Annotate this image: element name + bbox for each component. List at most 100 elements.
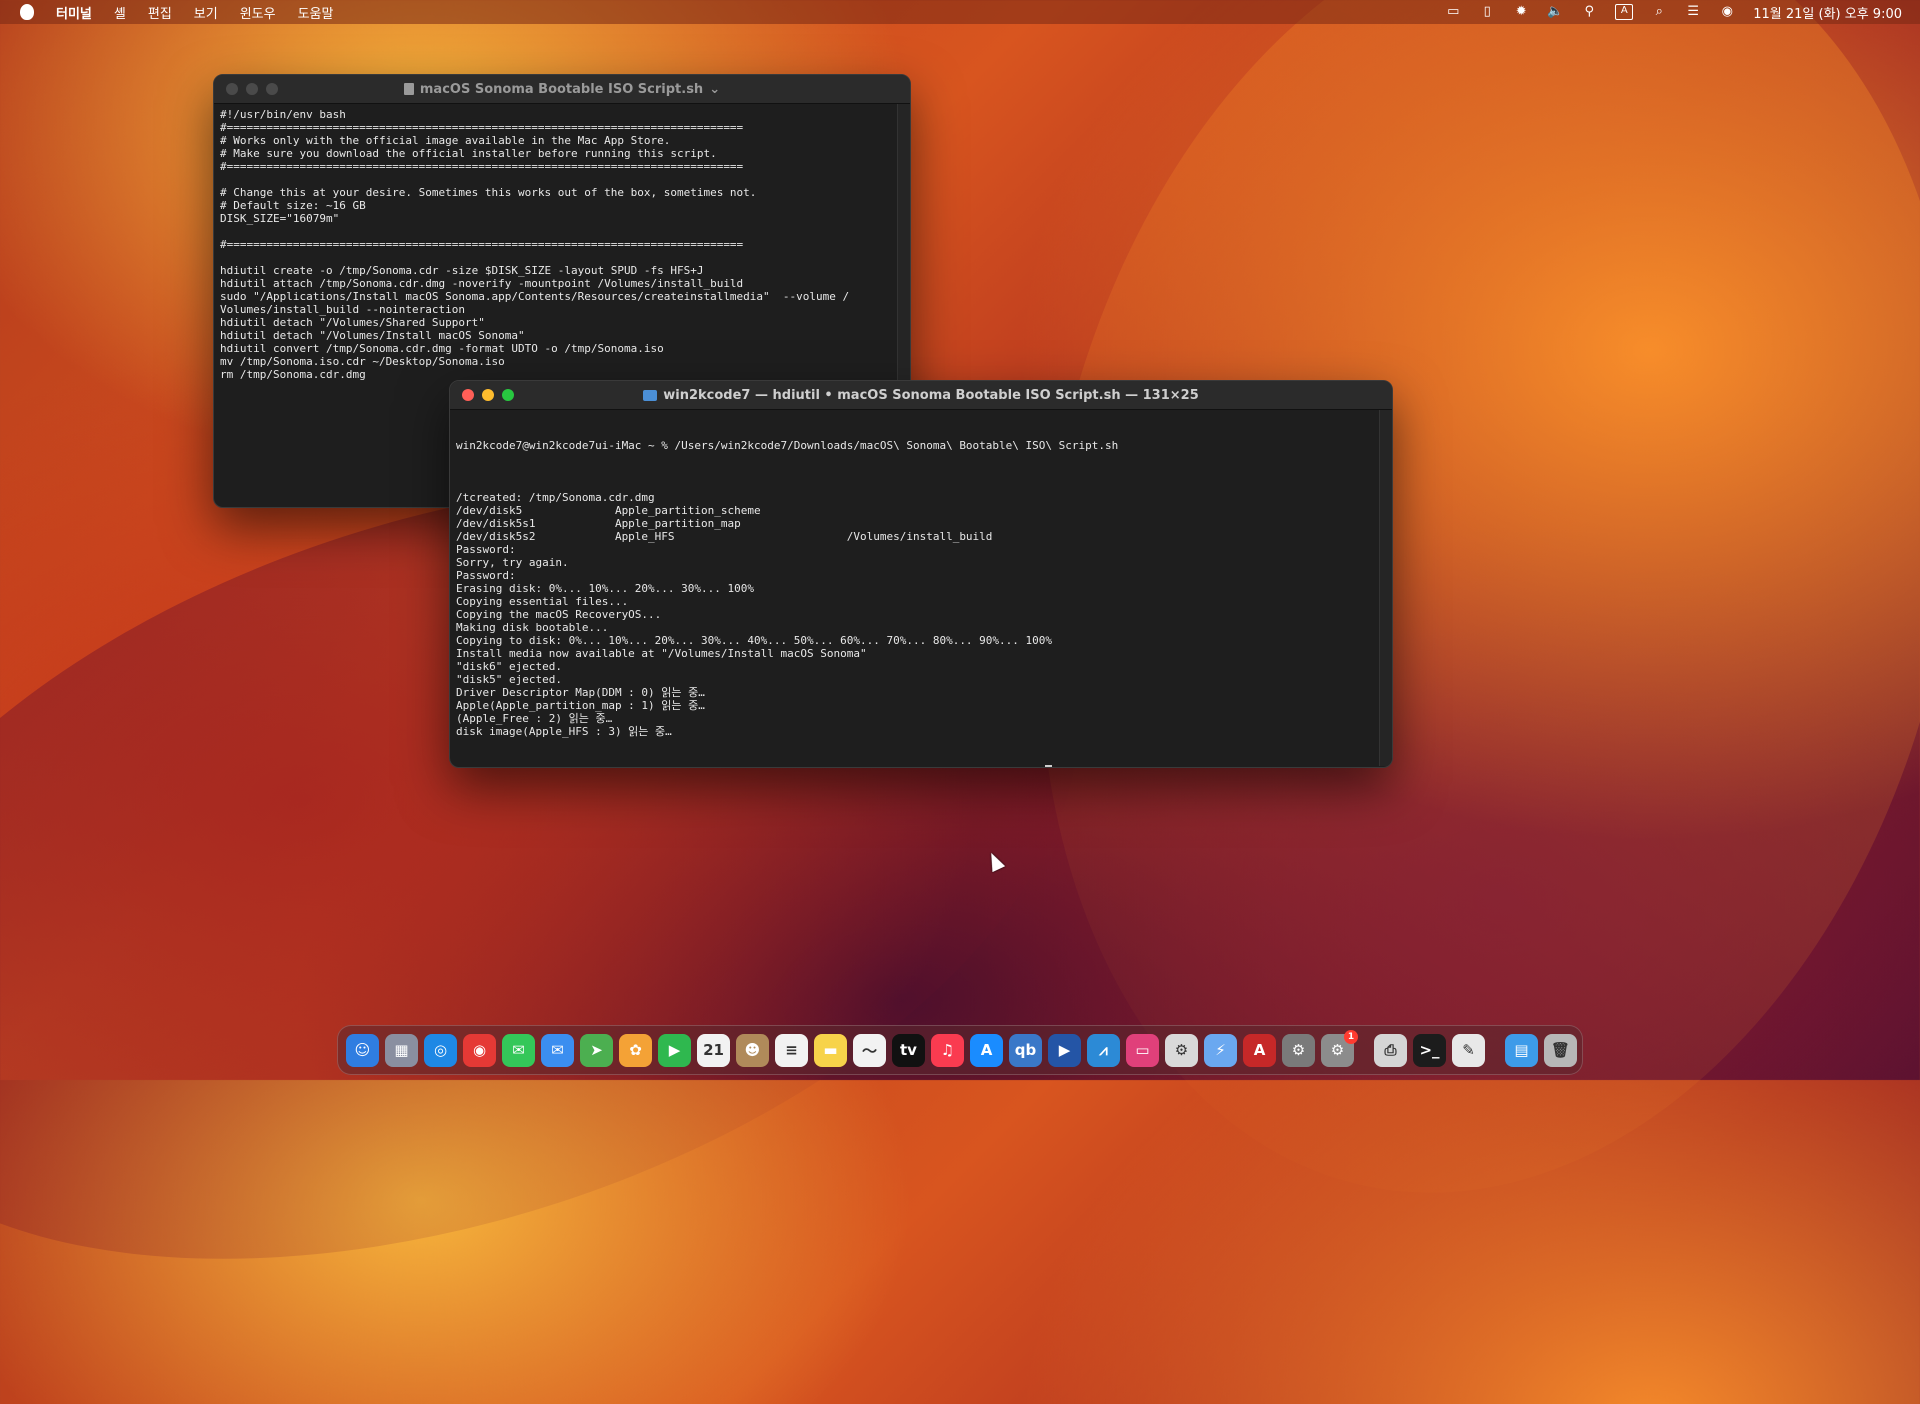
close-button[interactable] — [226, 83, 238, 95]
dock-disk-utility-icon[interactable]: ⚙ — [1165, 1033, 1198, 1067]
dock-acrobat-icon[interactable]: A — [1243, 1033, 1276, 1067]
menu-item-shell[interactable]: 셸 — [114, 3, 126, 22]
terminal-window: win2kcode7 — hdiutil • macOS Sonoma Boot… — [449, 380, 1393, 768]
text-cursor — [1045, 765, 1053, 767]
output-line: /tcreated: /tmp/Sonoma.cdr.dmg — [456, 491, 655, 504]
dock-trash-icon[interactable]: 🗑 — [1544, 1033, 1577, 1067]
menu-item-view[interactable]: 보기 — [194, 3, 218, 22]
progress-line: ........................................… — [456, 764, 1386, 767]
dock-safari-icon[interactable]: ◎ — [424, 1033, 457, 1067]
menu-item-edit[interactable]: 편집 — [148, 3, 172, 22]
dock-settings-badge-icon[interactable]: ⚙ 1 — [1321, 1029, 1358, 1067]
apple-menu-icon[interactable] — [20, 4, 34, 20]
code-line: #=======================================… — [220, 238, 744, 251]
scrollbar[interactable] — [1379, 410, 1392, 766]
dock-finder-icon[interactable]: ☺ — [346, 1033, 379, 1067]
output-line: Password: — [456, 569, 516, 582]
menu-item-window[interactable]: 윈도우 — [240, 3, 276, 22]
dock-facetime-icon[interactable]: ▶ — [658, 1033, 691, 1067]
folder-icon — [643, 389, 658, 401]
output-line: Install media now available at "/Volumes… — [456, 647, 867, 660]
dock-music-icon[interactable]: ♫ — [931, 1033, 964, 1067]
code-line: hdiutil convert /tmp/Sonoma.cdr.dmg -for… — [220, 342, 664, 355]
code-line: Volumes/install_build --nointeraction — [220, 303, 466, 316]
dock-downloads-folder-icon[interactable]: ▤ — [1505, 1033, 1538, 1067]
dock-chrome-icon[interactable]: ◉ — [463, 1033, 496, 1067]
prompt-line: win2kcode7@win2kcode7ui-iMac ~ % /Users/… — [456, 439, 1119, 452]
dock-script-editor-icon[interactable]: ✎ — [1452, 1033, 1485, 1067]
script-text[interactable]: #!/usr/bin/env bash #====================… — [214, 104, 910, 385]
dock: ☺ ▦ ◎ ◉ ✉ ✉ ➤ ✿ ▶ 21 ☻ ≡ ▬ 〜 tv ♫ Aqb ▶ ⩘ ▭ ⚙ ⚡ A ⚙ ⚙ 1 ⎙ >_ ✎ ▤ 🗑 — [337, 1025, 1583, 1075]
dock-reminders-icon[interactable]: ≡ — [775, 1033, 808, 1067]
volume-icon[interactable]: 🔈 — [1547, 5, 1563, 19]
dock-mail-icon[interactable]: ✉ — [541, 1033, 574, 1067]
code-line: hdiutil detach "/Volumes/Shared Support" — [220, 316, 485, 329]
brightness-icon[interactable]: ✹ — [1513, 5, 1529, 19]
wifi-icon[interactable]: ⚲ — [1581, 5, 1597, 19]
dock-freeform-icon[interactable]: 〜 — [853, 1033, 886, 1067]
code-line: #=======================================… — [220, 160, 744, 173]
output-line: (Apple_Free : 2) 읽는 중… — [456, 712, 613, 725]
dock-launchpad-icon[interactable]: ▦ — [385, 1033, 418, 1067]
dock-system-settings-icon[interactable]: ⚙ — [1282, 1033, 1315, 1067]
dock-calendar-icon[interactable]: 21 — [697, 1033, 730, 1067]
title-bar[interactable]: win2kcode7 — hdiutil • macOS Sonoma Boot… — [450, 381, 1392, 410]
output-line: Copying to disk: 0%... 10%... 20%... 30%… — [456, 634, 1053, 647]
dock-messages-icon[interactable]: ✉ — [502, 1033, 535, 1067]
output-line: "disk6" ejected. — [456, 660, 562, 673]
input-source-icon[interactable]: A — [1615, 4, 1634, 20]
menu-item-help[interactable]: 도움말 — [298, 3, 334, 22]
code-line: # Works only with the official image ava… — [220, 134, 671, 147]
window-title: macOS Sonoma Bootable ISO Script.sh — [419, 81, 704, 97]
code-line: DISK_SIZE="16079m" — [220, 212, 340, 225]
dock-shortcuts-icon[interactable]: ⚡ — [1204, 1033, 1237, 1067]
menu-datetime[interactable]: 11월 21일 (화) 오후 9:00 — [1753, 3, 1902, 22]
screen-mirroring-icon[interactable]: ▭ — [1445, 5, 1461, 19]
dock-terminal-icon[interactable]: >_ — [1413, 1033, 1446, 1067]
code-line: mv /tmp/Sonoma.iso.cdr ~/Desktop/Sonoma.… — [220, 355, 505, 368]
dock-remote-desktop-icon[interactable]: ▶ — [1048, 1033, 1081, 1067]
code-line: # Change this at your desire. Sometimes … — [220, 186, 757, 199]
dock-app-store-icon[interactable]: A — [970, 1033, 1003, 1067]
dock-printer-icon[interactable]: ⎙ — [1374, 1033, 1407, 1067]
output-line: /dev/disk5 Apple_partition_scheme — [456, 504, 761, 517]
dock-photos-icon[interactable]: ✿ — [619, 1033, 652, 1067]
terminal-output[interactable]: win2kcode7@win2kcode7ui-iMac ~ % /Users/… — [450, 410, 1392, 767]
code-line: hdiutil create -o /tmp/Sonoma.cdr -size … — [220, 264, 704, 277]
output-line: Copying the macOS RecoveryOS... — [456, 608, 662, 621]
title-bar[interactable]: macOS Sonoma Bootable ISO Script.sh ⌄ — [214, 75, 910, 104]
output-line: Driver Descriptor Map(DDM : 0) 읽는 중… — [456, 686, 705, 699]
dock-contacts-icon[interactable]: ☻ — [736, 1033, 769, 1067]
control-center-icon[interactable]: ☰ — [1685, 5, 1701, 19]
output-lines: /tcreated: /tmp/Sonoma.cdr.dmg/dev/disk5… — [456, 478, 1386, 738]
menu-app-name[interactable]: 터미널 — [56, 3, 92, 22]
output-line: Password: — [456, 543, 516, 556]
zoom-button[interactable] — [502, 389, 514, 401]
output-line: "disk5" ejected. — [456, 673, 562, 686]
battery-icon[interactable]: ▯ — [1479, 5, 1495, 19]
minimize-button[interactable] — [246, 83, 258, 95]
menu-bar: 터미널 셸 편집 보기 윈도우 도움말 ▭ ▯ ✹ 🔈 ⚲ A ⌕ ☰ ◉ 11… — [0, 0, 1920, 24]
output-line: /dev/disk5s2 Apple_HFS /Volumes/install_… — [456, 530, 993, 543]
output-line: Apple(Apple_partition_map : 1) 읽는 중… — [456, 699, 705, 712]
dock-activity-monitor-icon[interactable]: ⩘ — [1087, 1033, 1120, 1067]
code-line: #!/usr/bin/env bash — [220, 108, 346, 121]
minimize-button[interactable] — [482, 389, 494, 401]
spotlight-search-icon[interactable]: ⌕ — [1651, 5, 1667, 19]
output-line: disk image(Apple_HFS : 3) 읽는 중… — [456, 725, 672, 738]
output-line: Erasing disk: 0%... 10%... 20%... 30%...… — [456, 582, 755, 595]
dock-cleanmymac-icon[interactable]: ▭ — [1126, 1033, 1159, 1067]
zoom-button[interactable] — [266, 83, 278, 95]
dock-apple-tv-icon[interactable]: tv — [892, 1033, 925, 1067]
code-line: hdiutil detach "/Volumes/Install macOS S… — [220, 329, 525, 342]
siri-icon[interactable]: ◉ — [1719, 5, 1735, 19]
close-button[interactable] — [462, 389, 474, 401]
chevron-down-icon[interactable]: ⌄ — [709, 82, 720, 97]
dock-notes-icon[interactable]: ▬ — [814, 1033, 847, 1067]
dock-maps-icon[interactable]: ➤ — [580, 1033, 613, 1067]
dock-qbittorrent-icon[interactable]: qb — [1009, 1033, 1042, 1067]
output-line: Copying essential files... — [456, 595, 629, 608]
